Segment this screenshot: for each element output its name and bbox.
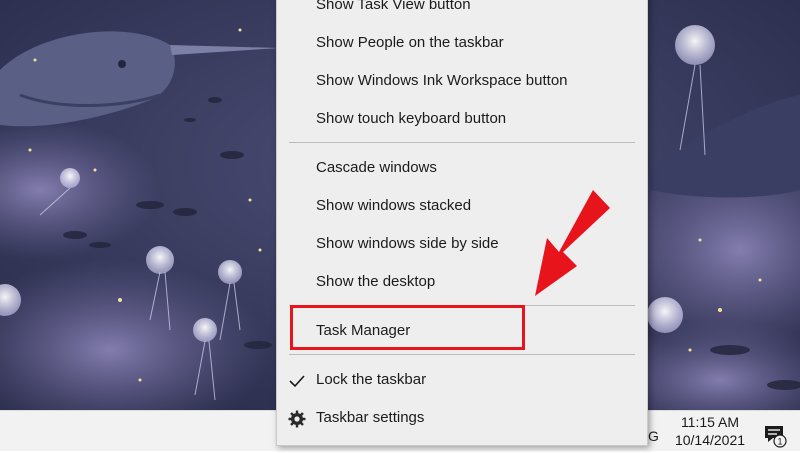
menu-item-show-people[interactable]: Show People on the taskbar — [277, 26, 647, 62]
menu-item-label: Show touch keyboard button — [316, 110, 507, 127]
menu-item-label: Show Task View button — [316, 0, 471, 13]
menu-item-label: Show the desktop — [316, 273, 436, 290]
menu-item-show-task-view[interactable]: Show Task View button — [277, 0, 647, 24]
pointer-arrow-icon — [535, 190, 610, 296]
gear-icon — [287, 409, 307, 429]
system-clock[interactable]: 11:15 AM 10/14/2021 — [666, 413, 754, 449]
menu-item-label: Lock the taskbar — [316, 371, 427, 388]
notification-count: 1 — [777, 437, 782, 447]
menu-separator — [289, 354, 635, 355]
menu-item-label: Taskbar settings — [316, 409, 425, 426]
menu-item-label: Show People on the taskbar — [316, 34, 504, 51]
menu-item-lock-taskbar[interactable]: Lock the taskbar — [277, 363, 647, 399]
task-manager-highlight-box — [290, 305, 525, 350]
notification-icon: 1 — [765, 426, 787, 448]
action-center-button[interactable]: 1 — [762, 422, 788, 448]
menu-item-show-ink-workspace[interactable]: Show Windows Ink Workspace button — [277, 64, 647, 100]
menu-item-label: Show windows stacked — [316, 197, 472, 214]
clock-time: 11:15 AM — [680, 414, 740, 430]
menu-item-taskbar-settings[interactable]: Taskbar settings — [277, 401, 647, 437]
menu-item-label: Cascade windows — [316, 159, 437, 176]
menu-item-cascade-windows[interactable]: Cascade windows — [277, 151, 647, 187]
menu-separator — [289, 142, 635, 143]
tray-partial-text[interactable]: G — [648, 428, 659, 444]
clock-date: 10/14/2021 — [674, 432, 746, 448]
checkmark-icon — [287, 371, 307, 391]
menu-item-label: Show windows side by side — [316, 235, 499, 252]
menu-item-show-touch-keyboard[interactable]: Show touch keyboard button — [277, 102, 647, 138]
menu-item-label: Show Windows Ink Workspace button — [316, 72, 568, 89]
